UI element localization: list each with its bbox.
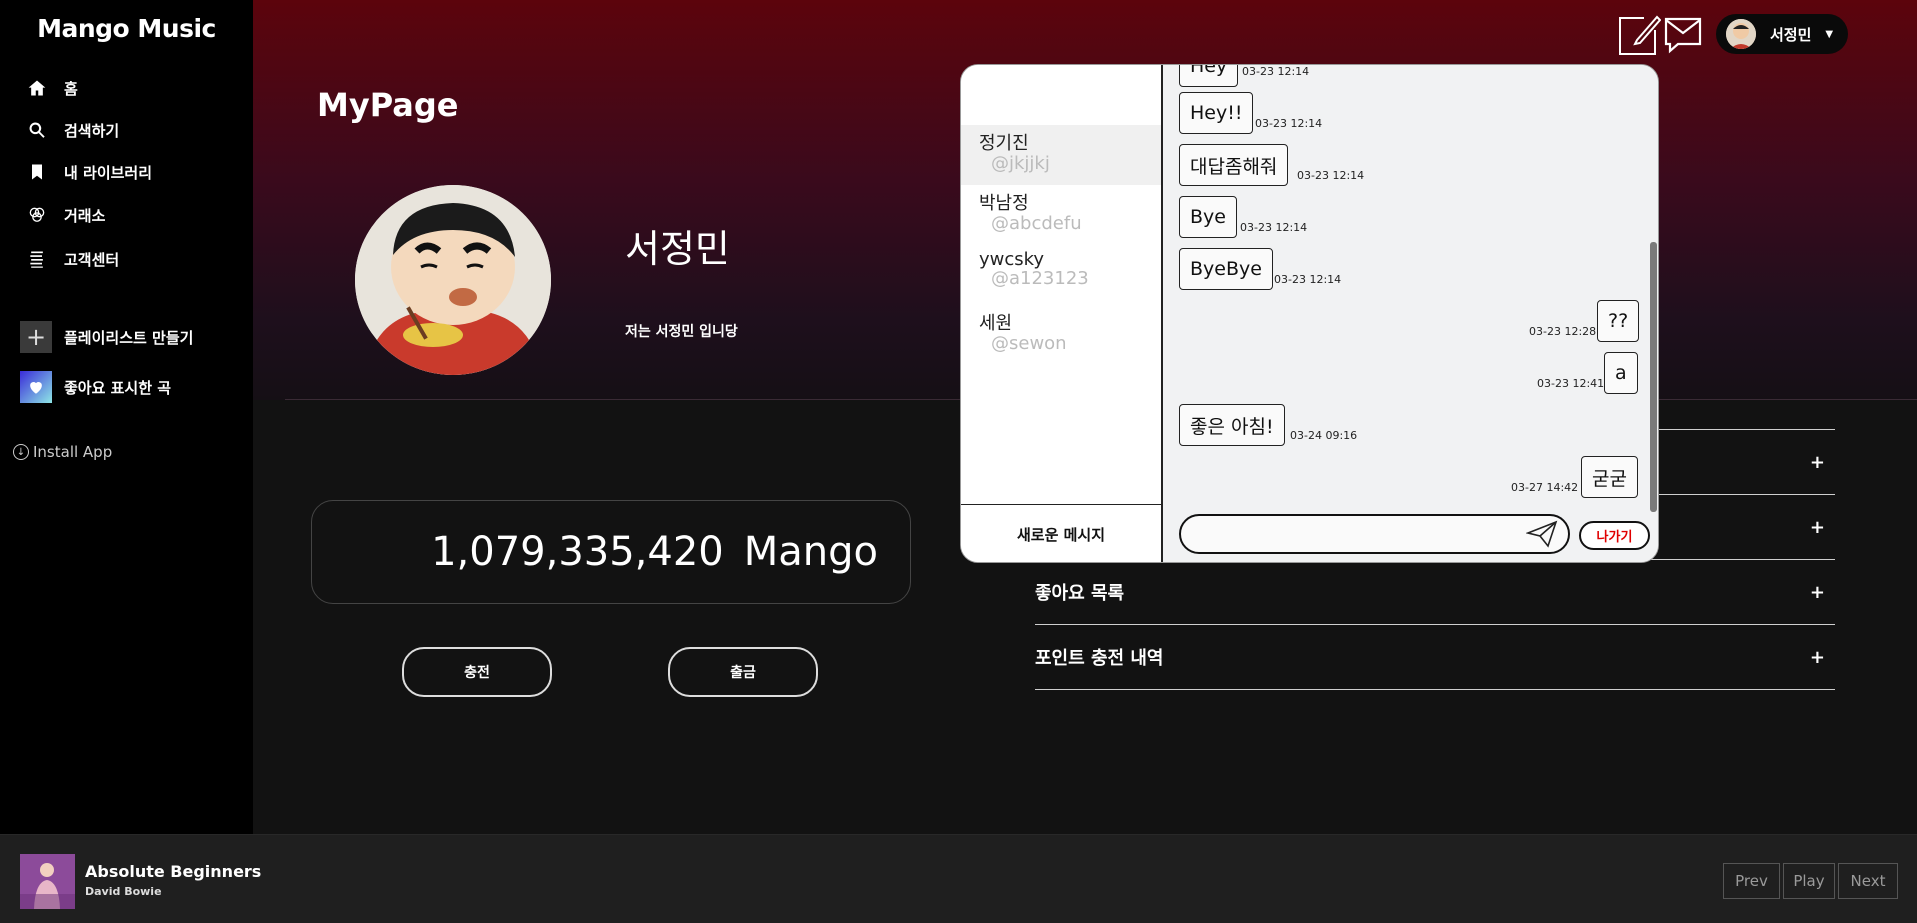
album-art [20,854,75,909]
message-bubble: Bye [1179,196,1237,238]
caret-down-icon: ▼ [1825,28,1834,40]
message-time: 03-23 12:14 [1274,273,1342,286]
send-icon[interactable] [1525,520,1558,548]
edit-icon[interactable] [1617,14,1662,56]
accordion-item-liked-list[interactable]: 좋아요 목록 + [1035,560,1835,625]
point-amount: 1,079,335,420 [431,529,724,575]
bookmark-icon [26,161,48,183]
message-time: 03-23 12:41 [1537,377,1605,390]
point-unit: Mango [743,529,878,575]
heart-icon [20,371,52,403]
player-bar: Absolute Beginners David Bowie Prev Play… [0,834,1917,923]
profile-bio: 저는 서정민 입니당 [625,324,738,340]
sidebar-item-label: 내 라이브러리 [64,163,153,182]
home-icon [26,77,48,99]
plus-icon: + [1809,516,1825,538]
contact-item[interactable]: 세원 @sewon [961,305,1161,365]
message-time: 03-24 09:16 [1290,429,1358,442]
avatar [1726,19,1756,49]
player-controls: Prev Play Next [1723,863,1901,899]
sidebar-item-label: 홈 [64,79,78,98]
install-app-label: Install App [33,443,113,461]
contact-name: ywcsky [979,249,1045,270]
contact-id: @abcdefu [991,213,1082,234]
liked-songs-label: 좋아요 표시한 곡 [64,378,172,397]
plus-icon: + [20,321,52,353]
contact-id: @sewon [991,333,1067,354]
contact-id: @jkjjkj [991,153,1050,174]
plus-icon: + [1809,581,1825,603]
contact-item[interactable]: 박남정 @abcdefu [961,185,1161,245]
plus-icon: + [1809,451,1825,473]
new-message-button[interactable]: 새로운 메시지 [961,504,1161,562]
contact-name: 정기진 [979,133,1029,154]
point-balance: 1,079,335,420 Mango [311,500,911,604]
exchange-icon [26,204,48,226]
sidebar-item-label: 검색하기 [64,121,120,140]
prev-button[interactable]: Prev [1723,863,1780,899]
sidebar-item-support[interactable]: 고객센터 [26,248,119,270]
sidebar-item-search[interactable]: 검색하기 [26,119,119,141]
message-time: 03-27 14:42 [1511,481,1579,494]
message-time: 03-23 12:14 [1242,65,1310,78]
withdraw-button[interactable]: 출금 [668,647,818,697]
play-button[interactable]: Play [1783,863,1835,899]
contact-name: 세원 [979,313,1013,334]
charge-button[interactable]: 충전 [402,647,552,697]
track-artist: David Bowie [85,885,162,898]
install-app-button[interactable]: ↓ Install App [13,443,112,461]
next-button[interactable]: Next [1838,863,1898,899]
sidebar-item-exchange[interactable]: 거래소 [26,204,105,226]
message-bubble: ?? [1597,300,1640,342]
message-time: 03-23 12:28 [1529,325,1597,338]
create-playlist-label: 플레이리스트 만들기 [64,328,194,347]
exit-chat-button[interactable]: 나가기 [1579,521,1650,550]
message-time: 03-23 12:14 [1240,221,1308,234]
message-bubble: 대답좀해줘 [1179,144,1289,186]
message-time: 03-23 12:14 [1255,117,1323,130]
accordion-label: 포인트 충전 내역 [1035,648,1164,669]
page-title: MyPage [317,86,459,124]
download-icon: ↓ [13,444,29,460]
app-logo[interactable]: Mango Music [0,14,253,43]
support-icon [26,248,48,270]
mail-icon[interactable] [1662,14,1704,54]
accordion-label: 좋아요 목록 [1035,583,1125,604]
accordion-item-point-history[interactable]: 포인트 충전 내역 + [1035,625,1835,690]
message-time: 03-23 12:14 [1297,169,1365,182]
contact-item[interactable]: 정기진 @jkjjkj [961,125,1161,185]
contact-list: 정기진 @jkjjkj 박남정 @abcdefu ywcsky @a123123… [961,65,1163,562]
message-input[interactable] [1179,514,1570,554]
sidebar-item-home[interactable]: 홈 [26,77,78,99]
sidebar-item-library[interactable]: 내 라이브러리 [26,161,152,183]
liked-songs-button[interactable]: 좋아요 표시한 곡 [20,371,171,403]
search-icon [26,119,48,141]
contact-name: 박남정 [979,193,1029,214]
message-bubble: ByeBye [1179,248,1273,290]
message-bubble: Hey [1179,65,1239,87]
message-bubble: Hey!! [1179,92,1254,134]
message-bubble: 좋은 아침! [1179,404,1285,446]
scrollbar[interactable] [1650,242,1657,512]
chat-modal: 정기진 @jkjjkj 박남정 @abcdefu ywcsky @a123123… [960,64,1659,563]
user-name: 서정민 [1770,25,1812,44]
sidebar-item-label: 고객센터 [64,250,120,269]
sidebar-item-label: 거래소 [64,206,106,225]
message-bubble: 굳굳 [1581,456,1638,498]
sidebar: Mango Music 홈 검색하기 내 라이브러리 거래소 고객센터 + 플레… [0,0,253,834]
profile-avatar[interactable] [355,185,551,375]
track-title: Absolute Beginners [85,862,262,881]
profile-name: 서정민 [625,227,730,271]
create-playlist-button[interactable]: + 플레이리스트 만들기 [20,321,193,353]
contact-item[interactable]: ywcsky @a123123 [961,245,1161,305]
contact-id: @a123123 [991,268,1089,289]
message-bubble: a [1604,352,1638,394]
plus-icon: + [1809,646,1825,668]
user-menu[interactable]: 서정민 ▼ [1716,14,1848,54]
